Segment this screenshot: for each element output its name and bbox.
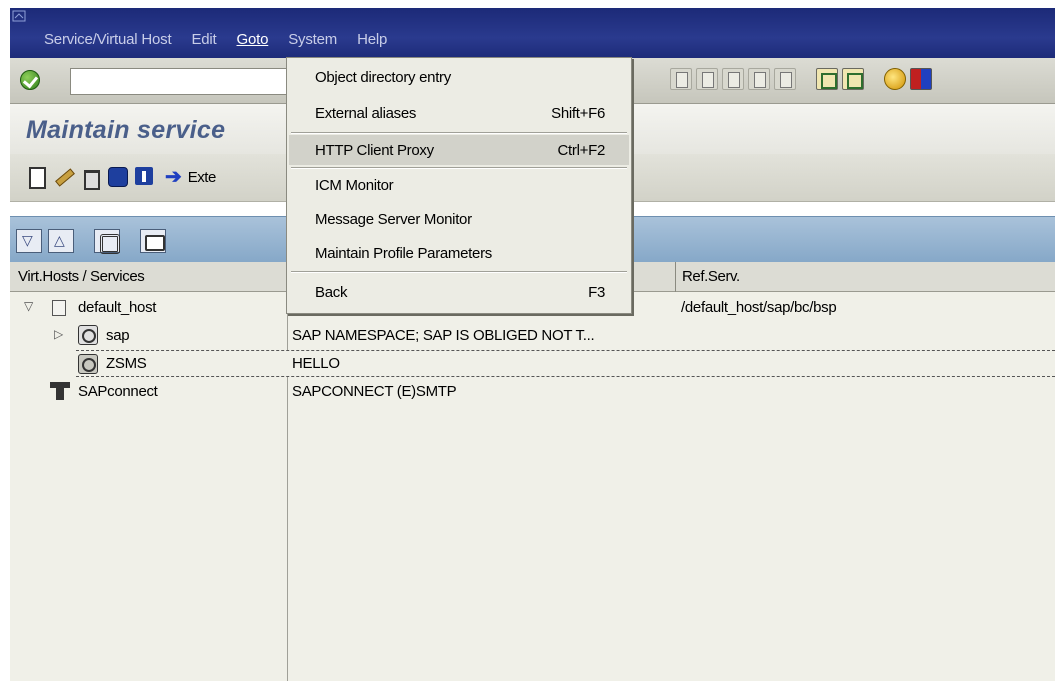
column-virt-hosts-services[interactable]: Virt.Hosts / Services <box>18 268 145 285</box>
find-icon[interactable] <box>670 68 692 90</box>
find-binoculars-icon[interactable] <box>94 229 120 254</box>
service-icon <box>78 325 98 345</box>
create-session-icon[interactable] <box>816 68 838 90</box>
command-field[interactable] <box>70 68 296 95</box>
menu-item-maintain-profile-parameters[interactable]: Maintain Profile Parameters <box>289 238 629 268</box>
info-icon[interactable] <box>134 166 154 188</box>
service-icon <box>78 354 98 374</box>
layout-menu-icon[interactable] <box>910 68 932 90</box>
document-icon <box>52 300 66 316</box>
menu-item-http-client-proxy[interactable]: HTTP Client Proxy Ctrl+F2 <box>289 135 629 165</box>
change-icon[interactable] <box>53 166 73 188</box>
menu-item-external-aliases[interactable]: External aliases Shift+F6 <box>289 98 629 128</box>
arrow-right-icon: ➔ <box>165 166 182 188</box>
expand-triangle-icon[interactable]: ▷ <box>54 327 63 341</box>
tree-row-zsms[interactable]: ZSMS HELLO <box>76 350 1055 377</box>
menu-service-virtual-host[interactable]: Service/Virtual Host <box>44 31 172 48</box>
node-description: SAPCONNECT (E)SMTP <box>292 383 457 400</box>
expand-all-icon[interactable] <box>16 229 42 253</box>
previous-page-icon[interactable] <box>722 68 744 90</box>
menu-bar: Service/Virtual Host Edit Goto System He… <box>10 8 1055 58</box>
external-aliases-label: Exte <box>187 168 217 186</box>
ref-serv-value: /default_host/sap/bc/bsp <box>681 299 837 316</box>
create-shortcut-icon[interactable] <box>842 68 864 90</box>
tree-row-sap[interactable]: ▷ sap SAP NAMESPACE; SAP IS OBLIGED NOT … <box>10 322 1055 350</box>
menu-item-object-directory-entry[interactable]: Object directory entry <box>289 62 629 92</box>
menu-item-back[interactable]: Back F3 <box>289 277 629 307</box>
menu-item-icm-monitor[interactable]: ICM Monitor <box>289 170 629 200</box>
delete-icon[interactable] <box>80 166 100 190</box>
page-title: Maintain service <box>26 116 226 144</box>
menu-help[interactable]: Help <box>357 31 387 48</box>
host-name: default_host <box>78 299 157 316</box>
goto-menu-dropdown: Object directory entry External aliases … <box>286 57 632 314</box>
sapconnect-icon <box>50 382 70 400</box>
service-description: HELLO <box>292 355 340 372</box>
print-icon[interactable] <box>140 229 166 253</box>
create-icon[interactable] <box>26 166 46 189</box>
menu-edit[interactable]: Edit <box>191 31 216 48</box>
collapse-triangle-icon[interactable]: ▽ <box>24 299 33 313</box>
node-name: SAPconnect <box>78 383 158 400</box>
enter-check-icon[interactable] <box>20 70 40 90</box>
display-icon[interactable] <box>107 166 128 188</box>
external-aliases-button[interactable]: ➔ Exte <box>165 167 216 187</box>
last-page-icon[interactable] <box>774 68 796 90</box>
help-icon[interactable] <box>884 68 906 90</box>
service-name: ZSMS <box>106 355 147 372</box>
service-name: sap <box>106 327 130 344</box>
column-ref-serv[interactable]: Ref.Serv. <box>682 268 740 285</box>
menu-goto[interactable]: Goto <box>237 31 269 48</box>
menu-item-message-server-monitor[interactable]: Message Server Monitor <box>289 204 629 234</box>
tree-row-sapconnect[interactable]: SAPconnect SAPCONNECT (E)SMTP <box>10 378 1055 406</box>
sap-logo-icon[interactable] <box>12 10 26 22</box>
menu-system[interactable]: System <box>288 31 337 48</box>
next-page-icon[interactable] <box>748 68 770 90</box>
first-page-icon[interactable] <box>696 68 718 90</box>
collapse-all-icon[interactable] <box>48 229 74 253</box>
service-description: SAP NAMESPACE; SAP IS OBLIGED NOT T... <box>292 327 595 344</box>
service-tree: ▽ default_host /default_host/sap/bc/bsp … <box>10 292 1055 681</box>
